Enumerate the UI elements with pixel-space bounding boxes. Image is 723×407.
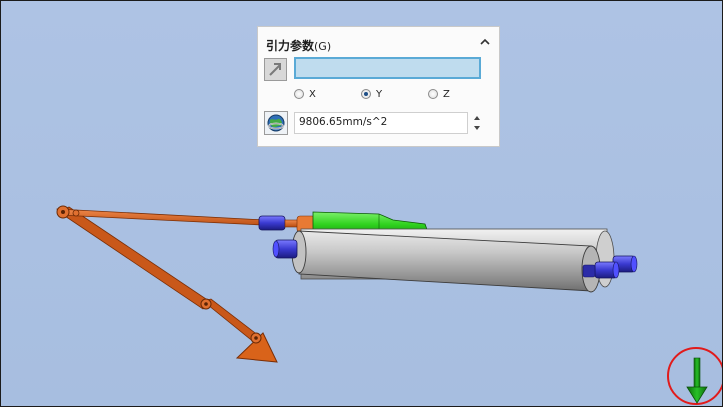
- gravity-arrow-icon[interactable]: [667, 347, 722, 405]
- graphics-viewport[interactable]: 引力参数(G) X Y Z 9806.65mm/s^2: [0, 0, 723, 407]
- gravity-parameters-panel: 引力参数(G) X Y Z 9806.65mm/s^2: [257, 26, 500, 147]
- gravity-value-field[interactable]: 9806.65mm/s^2: [294, 112, 468, 134]
- globe-icon: [267, 114, 285, 132]
- radio-indicator: [428, 89, 438, 99]
- gravity-value-button[interactable]: [264, 111, 288, 135]
- panel-title-text: 引力参数: [266, 39, 315, 53]
- axis-x-label: X: [309, 89, 316, 100]
- blue-connector[interactable]: [258, 215, 300, 231]
- direction-reference-button[interactable]: [264, 58, 287, 81]
- axis-z-label: Z: [443, 89, 450, 100]
- panel-title-shortcut: (G): [314, 40, 332, 53]
- panel-title: 引力参数(G): [266, 37, 331, 54]
- axis-y-label: Y: [376, 89, 383, 100]
- left-end-cap[interactable]: [272, 239, 298, 259]
- radio-indicator: [294, 89, 304, 99]
- axis-z-radio[interactable]: Z: [428, 89, 450, 100]
- chevron-up-icon[interactable]: [479, 36, 491, 48]
- direction-reference-field[interactable]: [294, 57, 481, 79]
- direction-arrow-icon: [269, 63, 281, 76]
- axis-x-radio[interactable]: X: [294, 89, 316, 100]
- radio-indicator: [361, 89, 371, 99]
- value-spinner[interactable]: [470, 112, 484, 134]
- axis-y-radio[interactable]: Y: [361, 89, 382, 100]
